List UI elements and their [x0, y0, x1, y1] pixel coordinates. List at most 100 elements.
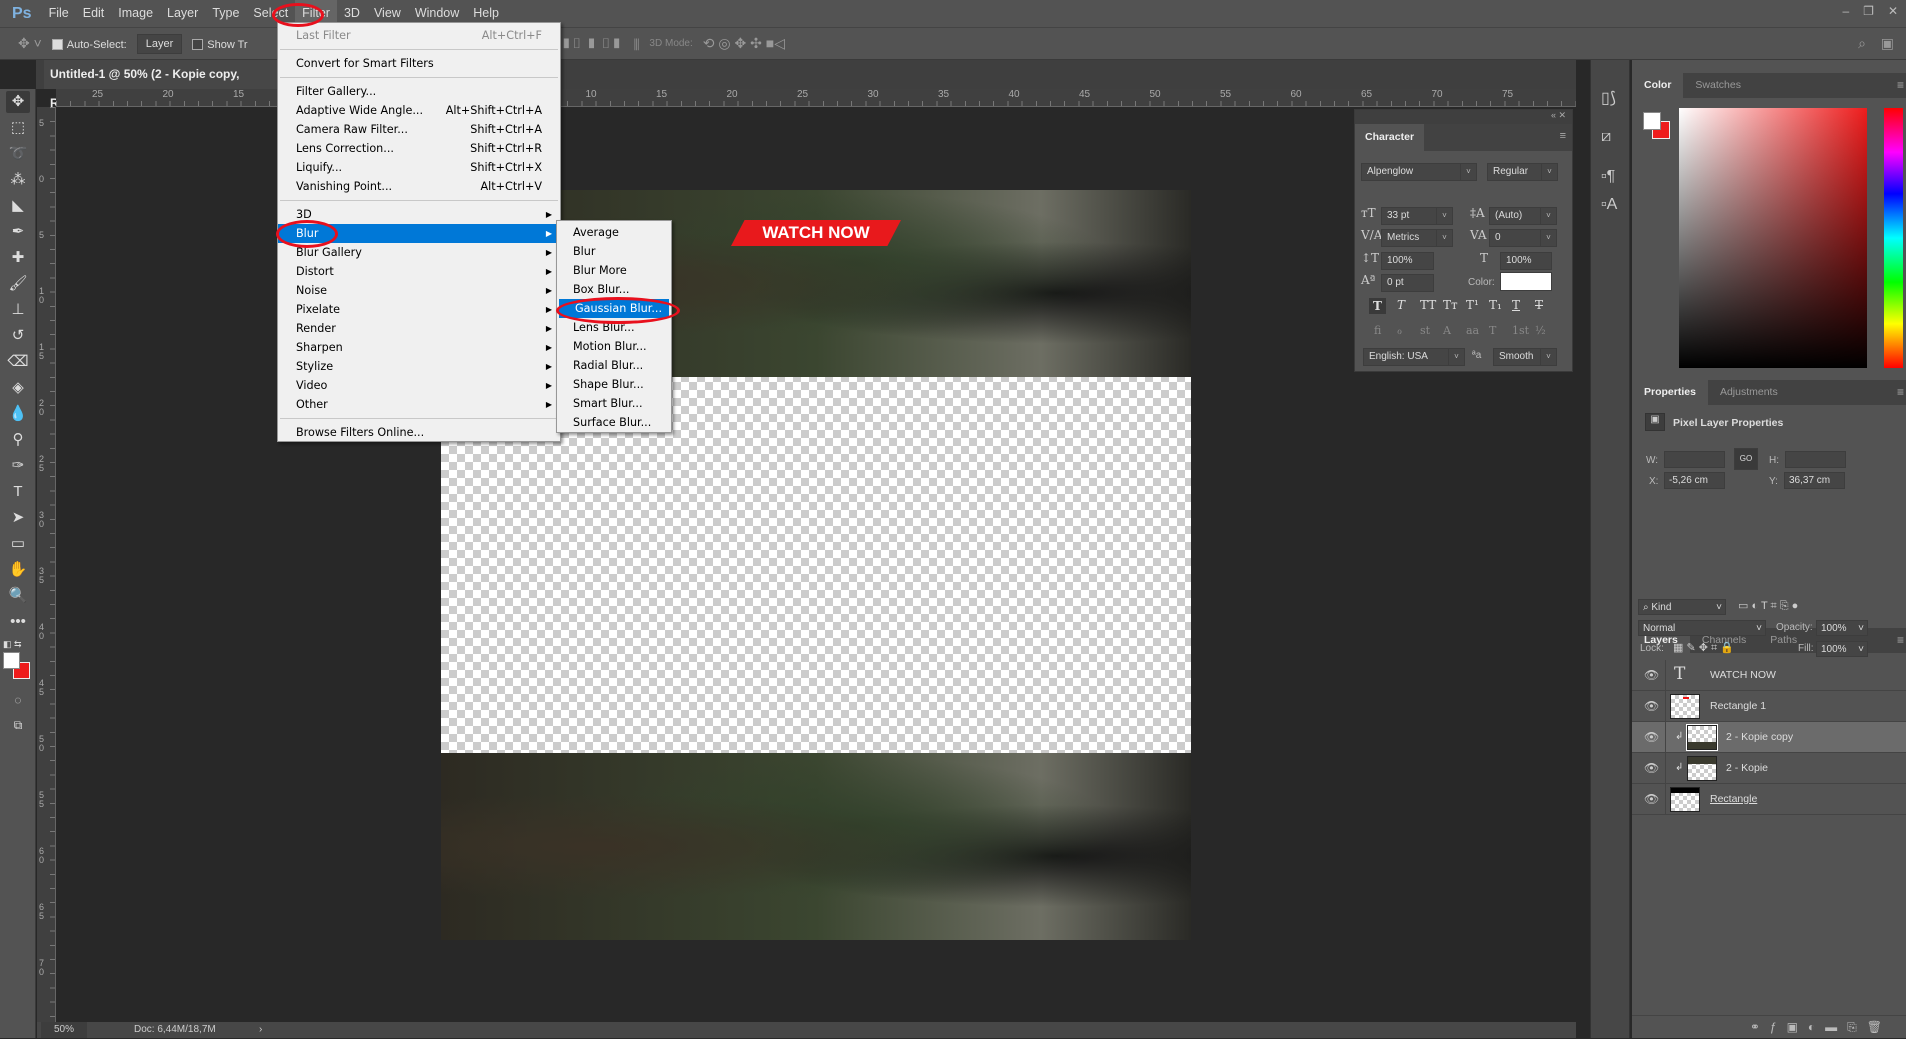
layers-bottom-toolbar[interactable]: ⚭ƒ▣◐▬⎘🗑 [1632, 1015, 1906, 1038]
swash-button[interactable]: A [1443, 324, 1451, 337]
height-field[interactable] [1785, 451, 1846, 468]
link-dimensions-button[interactable]: GO [1734, 448, 1758, 470]
brush-tool-icon[interactable]: 🖌 [6, 273, 30, 295]
panel-menu-icon[interactable]: ≡ [1560, 130, 1566, 142]
y-field[interactable]: 36,37 cm [1784, 472, 1845, 489]
layer-row[interactable]: 👁 ↲ 2 - Kopie copy [1632, 722, 1906, 753]
blend-mode-dropdown[interactable]: Normal ˅ [1638, 620, 1766, 636]
titling-button[interactable]: T [1489, 324, 1496, 337]
hue-slider[interactable] [1884, 108, 1903, 368]
restore-button[interactable]: ❐ [1863, 4, 1874, 18]
faux-bold-button[interactable]: T [1369, 298, 1386, 314]
menu-item-blur-gallery[interactable]: Blur Gallery ▶ [278, 243, 560, 262]
menu-item-distort[interactable]: Distort ▶ [278, 262, 560, 281]
menu-item-lens-blur[interactable]: Lens Blur... [557, 318, 671, 337]
tracking-field[interactable]: 0 ˅ [1489, 229, 1557, 247]
crop-tool-icon[interactable]: ◣ [6, 195, 30, 217]
more-tools-icon[interactable]: ••• [6, 611, 30, 633]
menu-item-motion-blur[interactable]: Motion Blur... [557, 337, 671, 356]
panel-menu-icon[interactable]: ≡ [1897, 380, 1904, 405]
menu-image[interactable]: Image [111, 0, 160, 27]
close-button[interactable]: ✕ [1888, 4, 1898, 18]
menu-item-sharpen[interactable]: Sharpen ▶ [278, 338, 560, 357]
layer-row[interactable]: 👁 T WATCH NOW [1632, 660, 1906, 691]
foreground-color-swatch[interactable] [1643, 112, 1661, 130]
history-icon[interactable]: ▯⟆ [1601, 88, 1616, 108]
old-style-button[interactable]: ℴ [1397, 324, 1402, 337]
small-caps-button[interactable]: Tт [1443, 298, 1458, 312]
menu-item-other[interactable]: Other ▶ [278, 395, 560, 414]
auto-select-checkbox[interactable]: Auto-Select: [51, 37, 127, 51]
blur-tool-icon[interactable]: 💧 [6, 403, 30, 425]
ordinals-button[interactable]: 1st [1512, 324, 1529, 337]
menu-item-3d[interactable]: 3D ▶ [278, 205, 560, 224]
paint-bucket-tool-icon[interactable]: ◈ [6, 377, 30, 399]
panel-menu-icon[interactable]: ≡ [1897, 73, 1904, 98]
menu-item-blur[interactable]: Blur [557, 242, 671, 261]
layer-filter-icons[interactable]: ▭ ◐ T ⌗ ⎘ ● [1738, 599, 1798, 613]
language-dropdown[interactable]: English: USA ˅ [1363, 348, 1465, 366]
menu-item-surface-blur[interactable]: Surface Blur... [557, 413, 671, 432]
auto-select-target-dropdown[interactable]: Layer [136, 33, 183, 54]
quick-select-tool-icon[interactable]: ⁂ [6, 169, 30, 191]
eye-icon[interactable]: 👁 [1644, 699, 1659, 713]
default-colors-icon[interactable]: ◧ ⇆ [3, 639, 22, 650]
menu-type[interactable]: Type [205, 0, 246, 27]
search-icon[interactable]: ⌕ [1858, 35, 1866, 52]
tab-adjustments[interactable]: Adjustments [1708, 380, 1790, 405]
type-tool-icon[interactable]: T [6, 481, 30, 503]
paragraph-icon[interactable]: ▫¶ [1601, 168, 1615, 186]
menu-file[interactable]: File [42, 0, 76, 27]
strikethrough-button[interactable]: T [1535, 298, 1543, 312]
font-size-field[interactable]: 33 pt ˅ [1381, 207, 1453, 225]
panel-collapse-close-icon[interactable]: « ✕ [1355, 110, 1572, 124]
screen-mode-icon[interactable]: ⧉ [6, 714, 30, 736]
workspace-icon[interactable]: ▣ [1881, 35, 1894, 52]
lasso-tool-icon[interactable]: ➰ [6, 143, 30, 165]
menu-item-blur-more[interactable]: Blur More [557, 261, 671, 280]
path-select-tool-icon[interactable]: ➤ [6, 507, 30, 529]
menu-item-pixelate[interactable]: Pixelate ▶ [278, 300, 560, 319]
zoom-level[interactable]: 50% [41, 1022, 87, 1038]
menu-item-average[interactable]: Average [557, 223, 671, 242]
eye-icon[interactable]: 👁 [1644, 730, 1659, 744]
font-family-dropdown[interactable]: Alpenglow ˅ [1361, 163, 1477, 181]
font-style-dropdown[interactable]: Regular ˅ [1487, 163, 1558, 181]
menu-item-gaussian-blur[interactable]: Gaussian Blur... [559, 299, 669, 318]
foreground-color[interactable] [3, 652, 20, 669]
menu-item-noise[interactable]: Noise ▶ [278, 281, 560, 300]
menu-item-blur[interactable]: Blur ▶ [278, 224, 560, 243]
stylistic-alternates-button[interactable]: aa [1466, 324, 1479, 337]
hand-tool-icon[interactable]: ✋ [6, 559, 30, 581]
panel-menu-icon[interactable]: ≡ [1897, 628, 1904, 653]
tab-character[interactable]: Character [1355, 124, 1425, 151]
pen-tool-icon[interactable]: ✑ [6, 455, 30, 477]
color-picker-field[interactable] [1679, 108, 1867, 368]
document-tab[interactable]: Untitled-1 @ 50% (2 - Kopie copy, RGB/8#… [44, 60, 280, 110]
character-icon[interactable]: ▫A [1601, 196, 1617, 214]
properties-icon[interactable]: ⧄ [1601, 128, 1611, 146]
underline-button[interactable]: T [1512, 298, 1520, 312]
menu-item-filter-gallery[interactable]: Filter Gallery... [278, 82, 560, 101]
move-tool-icon[interactable]: ✥ [6, 91, 30, 113]
show-transform-checkbox[interactable]: Show Tr [192, 37, 248, 51]
eye-icon[interactable]: 👁 [1644, 792, 1659, 806]
menu-item-radial-blur[interactable]: Radial Blur... [557, 356, 671, 375]
quick-mask-icon[interactable]: ◌ [6, 689, 30, 711]
menu-item-convert-for-smart-filters[interactable]: Convert for Smart Filters [278, 54, 560, 73]
menu-item-vanishing-point[interactable]: Vanishing Point... Alt+Ctrl+V [278, 177, 560, 196]
tab-swatches[interactable]: Swatches [1683, 73, 1753, 98]
healing-tool-icon[interactable]: ✚ [6, 247, 30, 269]
anti-alias-dropdown[interactable]: Smooth ˅ [1493, 348, 1557, 366]
baseline-shift-field[interactable]: 0 pt [1381, 274, 1434, 292]
text-color-swatch[interactable] [1500, 272, 1552, 291]
menu-edit[interactable]: Edit [76, 0, 112, 27]
menu-item-render[interactable]: Render ▶ [278, 319, 560, 338]
3d-tools-icons[interactable]: ⟲ ◎ ✥ ✣ ■◁ [703, 35, 785, 52]
menu-item-stylize[interactable]: Stylize ▶ [278, 357, 560, 376]
leading-field[interactable]: (Auto) ˅ [1489, 207, 1557, 225]
stamp-tool-icon[interactable]: ⊥ [6, 299, 30, 321]
eyedropper-tool-icon[interactable]: ✒ [6, 221, 30, 243]
horizontal-scale-field[interactable]: 100% [1500, 252, 1552, 270]
subscript-button[interactable]: T₁ [1489, 298, 1502, 312]
